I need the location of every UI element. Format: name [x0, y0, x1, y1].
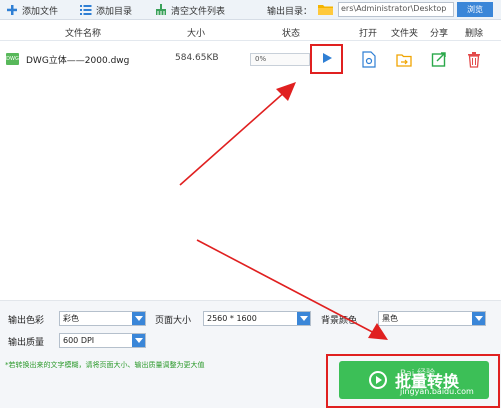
- plus-icon: [6, 4, 18, 16]
- chevron-down-icon: [297, 312, 310, 325]
- file-name: DWG立体——2000.dwg: [26, 56, 130, 66]
- col-share: 分享: [430, 29, 449, 39]
- open-file-icon[interactable]: [361, 51, 377, 68]
- toolbar: 添加文件 添加目录 清空文件列表 输出目录： ers\Administrator…: [0, 0, 501, 20]
- col-size: 大小: [187, 29, 206, 39]
- folder-icon[interactable]: [318, 3, 333, 15]
- list-icon: [80, 4, 92, 16]
- chevron-down-icon: [132, 312, 145, 325]
- add-file-label: 添加文件: [22, 6, 59, 17]
- broom-icon: [155, 4, 167, 16]
- background-color-select[interactable]: 黑色: [378, 311, 486, 326]
- page-size-select-value: 2560 * 1600: [207, 314, 257, 323]
- quality-label: 输出质量: [8, 338, 45, 348]
- delete-trash-icon[interactable]: [466, 51, 482, 68]
- col-name: 文件名称: [65, 29, 102, 39]
- clear-list-label: 清空文件列表: [171, 6, 226, 17]
- table-header: 文件名称 大小 状态 打开 文件夹 分享 删除: [0, 21, 501, 41]
- tip-text: *若转换出来的文字模糊，请将页面大小、输出质量调整为更大值: [5, 361, 205, 369]
- color-select-value: 彩色: [63, 314, 79, 323]
- add-file-button[interactable]: 添加文件: [6, 2, 58, 18]
- clear-list-button[interactable]: 清空文件列表: [155, 2, 225, 18]
- play-icon: [322, 52, 332, 66]
- col-open: 打开: [359, 29, 378, 39]
- progress-bar: 0%: [250, 53, 310, 66]
- output-dir-label: 输出目录：: [267, 7, 313, 17]
- start-convert-row-button[interactable]: [310, 44, 343, 74]
- output-path-input[interactable]: ers\Administrator\Desktop: [338, 2, 454, 17]
- play-circle-icon: [368, 371, 387, 389]
- add-directory-button[interactable]: 添加目录: [80, 2, 132, 18]
- color-label: 输出色彩: [8, 316, 45, 326]
- browse-button[interactable]: 浏览: [457, 2, 493, 17]
- page-size-label: 页面大小: [155, 316, 192, 326]
- color-select[interactable]: 彩色: [59, 311, 146, 326]
- add-directory-label: 添加目录: [96, 6, 133, 17]
- col-delete: 删除: [465, 29, 484, 39]
- background-color-select-value: 黑色: [382, 314, 398, 323]
- share-icon[interactable]: [431, 51, 447, 68]
- col-folder: 文件夹: [391, 29, 419, 39]
- chevron-down-icon: [132, 334, 145, 347]
- quality-select-value: 600 DPI: [63, 336, 95, 345]
- open-folder-icon[interactable]: [396, 51, 412, 68]
- file-size: 584.65KB: [175, 53, 219, 63]
- page-size-select[interactable]: 2560 * 1600: [203, 311, 311, 326]
- table-row[interactable]: DWG DWG立体——2000.dwg 584.65KB 0%: [0, 44, 501, 74]
- chevron-down-icon: [472, 312, 485, 325]
- watermark-url: jingyan.baidu.com: [400, 387, 474, 396]
- col-status: 状态: [282, 29, 301, 39]
- arrow-to-play-button: [179, 82, 296, 186]
- dwg-file-icon: DWG: [6, 53, 19, 65]
- watermark-logo-text: Bai 经验: [400, 369, 436, 379]
- background-color-label: 背景颜色: [321, 316, 358, 326]
- quality-select[interactable]: 600 DPI: [59, 333, 146, 348]
